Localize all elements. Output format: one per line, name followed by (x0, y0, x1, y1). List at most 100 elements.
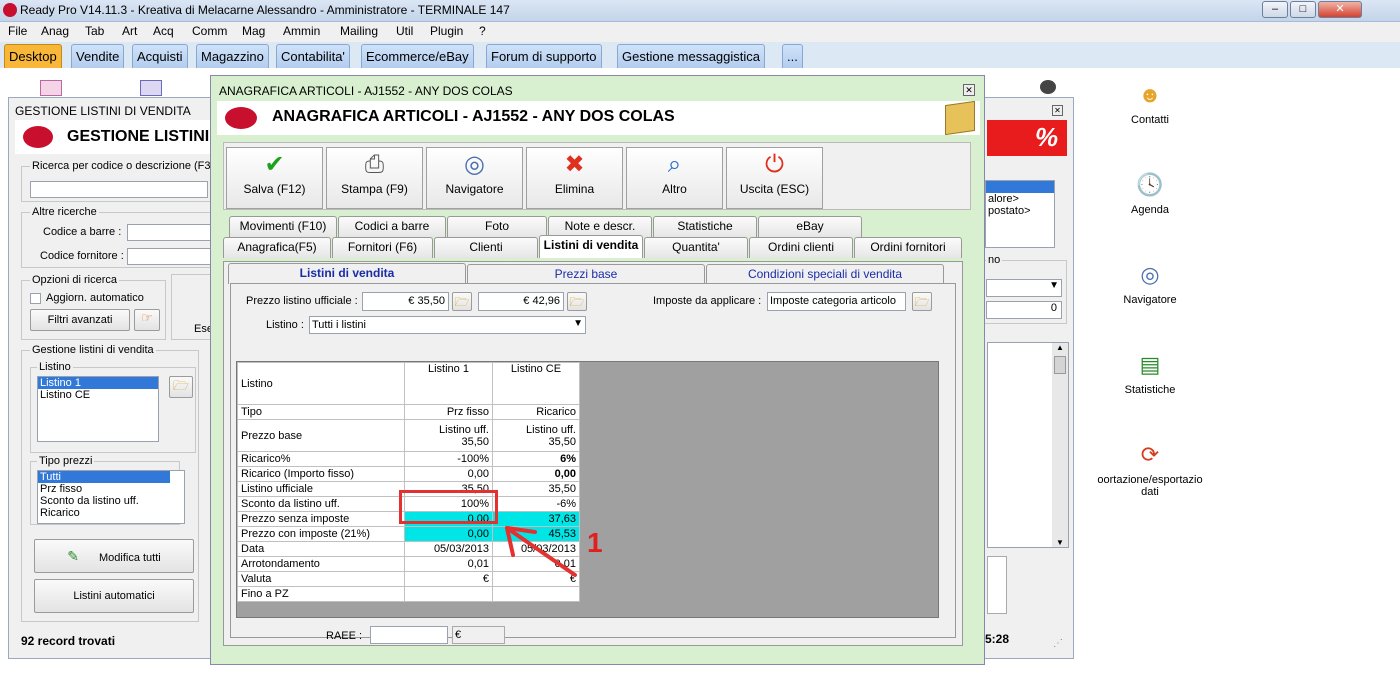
list-item[interactable]: Tutti (38, 471, 170, 483)
desktop-icon-navigatore[interactable]: ◎ Navigatore (1095, 260, 1205, 306)
tab-magazzino[interactable]: Magazzino (196, 44, 269, 68)
folder-icon[interactable]: 🗁 (567, 292, 587, 311)
tab-statistiche[interactable]: Statistiche (653, 216, 757, 237)
tab-anagrafica[interactable]: Anagrafica(F5) (223, 237, 331, 258)
list-item[interactable]: Sconto da listino uff. (38, 495, 184, 507)
tab-foto[interactable]: Foto (447, 216, 547, 237)
subtab-condizioni-speciali[interactable]: Condizioni speciali di vendita (706, 264, 944, 284)
cell-listino-1[interactable] (404, 586, 493, 602)
folder-icon[interactable]: 🗁 (912, 292, 932, 311)
prezzo-ivato-field[interactable]: € 42,96 (478, 292, 564, 311)
menu-comm[interactable]: Comm (192, 24, 227, 38)
tab-ebay[interactable]: eBay (758, 216, 862, 237)
menu-art[interactable]: Art (122, 24, 137, 38)
tab-contabilita[interactable]: Contabilita' (276, 44, 350, 68)
tab-forum[interactable]: Forum di supporto (486, 44, 602, 68)
cell-listino-ce[interactable]: Listino uff. 35,50 (492, 419, 580, 452)
prezzo-listino-field[interactable]: € 35,50 (362, 292, 449, 311)
tipo-prezzi-listbox[interactable]: Tutti Prz fisso Sconto da listino uff. R… (37, 470, 185, 524)
barcode-input[interactable] (127, 224, 212, 241)
right-dropdown[interactable]: ▼ (986, 279, 1062, 297)
scroll-up-icon[interactable]: ▲ (1052, 343, 1068, 352)
navigator-button[interactable]: ◎ Navigatore (426, 147, 523, 209)
tab-movimenti[interactable]: Movimenti (F10) (229, 216, 337, 237)
user-icon[interactable] (1040, 80, 1056, 94)
close-icon[interactable]: ✕ (1052, 105, 1063, 116)
hand-pointer-icon[interactable]: ☞ (134, 309, 160, 331)
search-input[interactable] (30, 181, 208, 198)
menu-ammin[interactable]: Ammin (283, 24, 320, 38)
right-value-field[interactable]: 0 (986, 301, 1062, 319)
advanced-filters-button[interactable]: Filtri avanzati (30, 309, 130, 331)
scrollbar[interactable]: ▲ ▼ (1052, 343, 1068, 547)
supplier-code-input[interactable] (127, 248, 212, 265)
tab-listini-di-vendita[interactable]: Listini di vendita (539, 235, 643, 258)
list-item[interactable]: Prz fisso (38, 483, 184, 495)
folder-icon[interactable]: 🗁 (169, 376, 193, 398)
cell-listino-1[interactable]: 0,00 (404, 466, 493, 482)
print-button[interactable]: ⎙ Stampa (F9) (326, 147, 423, 209)
tab-quantita[interactable]: Quantita' (644, 237, 748, 258)
menu-util[interactable]: Util (396, 24, 413, 38)
cell-listino-1[interactable]: 05/03/2013 (404, 541, 493, 557)
cell-listino-1[interactable]: 0,00 (404, 526, 493, 542)
tab-clienti[interactable]: Clienti (434, 237, 538, 258)
cell-listino-1[interactable]: € (404, 571, 493, 587)
menu-file[interactable]: File (8, 24, 27, 38)
desktop-icon-import-export[interactable]: ⟳ oortazione/esportazio dati (1095, 440, 1205, 498)
document-icon[interactable] (140, 80, 162, 96)
close-button[interactable]: ✕ (1318, 1, 1362, 18)
cell-listino-ce[interactable]: 0,00 (492, 466, 580, 482)
list-item[interactable]: alore> (986, 193, 1054, 205)
listino-listbox[interactable]: Listino 1 Listino CE (37, 376, 159, 442)
cell-listino-ce[interactable]: 35,50 (492, 481, 580, 497)
cell-listino-ce[interactable] (492, 586, 580, 602)
subtab-listini-di-vendita[interactable]: Listini di vendita (228, 263, 466, 284)
auto-update-checkbox[interactable] (30, 293, 41, 304)
tab-ordini-clienti[interactable]: Ordini clienti (749, 237, 853, 258)
raee-input[interactable] (370, 626, 448, 644)
maximize-button[interactable]: □ (1290, 1, 1316, 18)
list-item[interactable]: postato> (986, 205, 1054, 217)
modifica-tutti-button[interactable]: ✎ Modifica tutti (34, 539, 194, 573)
tab-vendite[interactable]: Vendite (71, 44, 125, 68)
menu-plugin[interactable]: Plugin (430, 24, 463, 38)
desktop-icon-contatti[interactable]: ☻ Contatti (1095, 80, 1205, 126)
list-item[interactable]: Listino 1 (38, 377, 158, 389)
scrollbar-thumb[interactable] (1054, 356, 1066, 374)
right-list-area[interactable]: ▲ ▼ (987, 342, 1069, 548)
cell-listino-1[interactable]: Listino uff. 35,50 (404, 419, 493, 452)
tab-ecommerce[interactable]: Ecommerce/eBay (361, 44, 474, 68)
cell-listino-1[interactable]: 0,01 (404, 556, 493, 572)
tab-codici-a-barre[interactable]: Codici a barre (338, 216, 446, 237)
tab-messaggistica[interactable]: Gestione messaggistica (617, 44, 766, 68)
menu-mag[interactable]: Mag (242, 24, 265, 38)
cell-listino-ce[interactable]: -6% (492, 496, 580, 512)
tab-more[interactable]: ... (782, 44, 803, 68)
subtab-prezzi-base[interactable]: Prezzi base (467, 264, 705, 284)
resize-grip-icon[interactable]: ⋰ (1053, 638, 1063, 649)
cell-listino-1[interactable]: Prz fisso (404, 404, 493, 420)
cell-listino-ce[interactable]: 6% (492, 451, 580, 467)
more-button[interactable]: ⌕ Altro (626, 147, 723, 209)
right-listbox[interactable]: alore> postato> (985, 180, 1055, 248)
cell-listino-1[interactable]: -100% (404, 451, 493, 467)
list-item[interactable]: Listino CE (38, 389, 158, 401)
list-item[interactable] (986, 181, 1054, 193)
desktop-icon-statistiche[interactable]: ▤ Statistiche (1095, 350, 1205, 396)
tab-fornitori[interactable]: Fornitori (F6) (332, 237, 433, 258)
save-button[interactable]: ✔ Salva (F12) (226, 147, 323, 209)
menu-help[interactable]: ? (479, 24, 486, 38)
folder-icon[interactable]: 🗁 (452, 292, 472, 311)
delete-button[interactable]: ✖ Elimina (526, 147, 623, 209)
cell-listino-ce[interactable]: Ricarico (492, 404, 580, 420)
menu-acq[interactable]: Acq (153, 24, 174, 38)
listino-select[interactable]: Tutti i listini ▼ (309, 316, 586, 334)
tab-note[interactable]: Note e descr. (548, 216, 652, 237)
menu-tab[interactable]: Tab (85, 24, 104, 38)
document-icon[interactable] (40, 80, 62, 96)
tab-acquisti[interactable]: Acquisti (132, 44, 188, 68)
menu-mailing[interactable]: Mailing (340, 24, 378, 38)
desktop-icon-agenda[interactable]: 🕓 Agenda (1095, 170, 1205, 216)
list-item[interactable]: Ricarico (38, 507, 184, 519)
